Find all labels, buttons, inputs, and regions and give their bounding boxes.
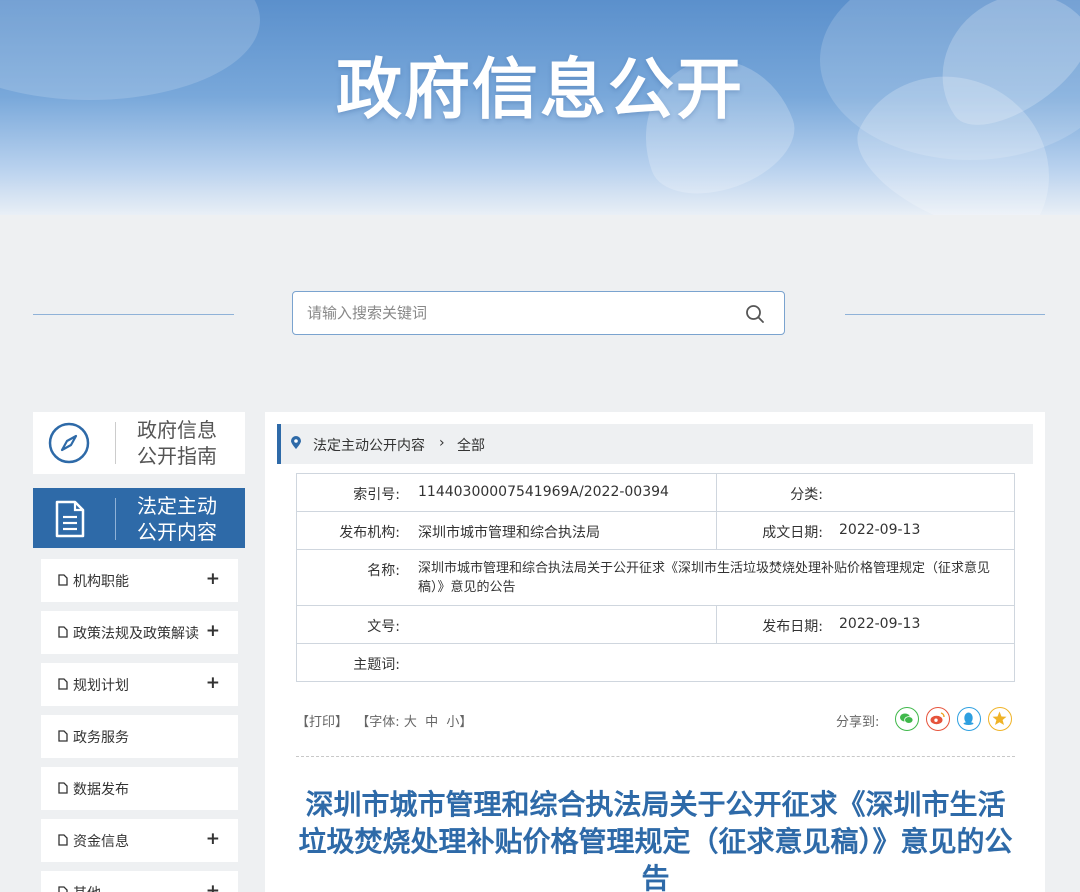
divider xyxy=(115,422,116,464)
sidebar-item-services[interactable]: 政务服务 xyxy=(41,715,238,758)
created-date-value: 2022-09-13 xyxy=(839,522,921,538)
sidebar-item-label: 法定主动 公开内容 xyxy=(137,494,217,544)
subject-label: 主题词: xyxy=(353,657,400,673)
font-large-button[interactable]: 大 xyxy=(404,715,417,730)
wechat-icon[interactable] xyxy=(895,707,919,731)
sidebar-item-label: 其他 xyxy=(73,883,101,892)
share-label: 分享到: xyxy=(836,715,880,730)
sidebar-item-label: 政府信息 公开指南 xyxy=(137,418,217,468)
breadcrumb-link[interactable]: 全部 xyxy=(457,435,485,455)
breadcrumb: 法定主动公开内容 › 全部 xyxy=(277,424,1033,464)
font-size-label: 【字体: xyxy=(356,715,400,730)
document-icon xyxy=(47,497,91,541)
file-icon xyxy=(58,626,68,638)
sidebar-item-label: 政务服务 xyxy=(73,730,129,746)
name-label: 名称: xyxy=(367,563,400,579)
index-value: 11440300007541969A/2022-00394 xyxy=(418,484,669,500)
document-title: 深圳市城市管理和综合执法局关于公开征求《深圳市生活垃圾焚烧处理补贴价格管理规定（… xyxy=(298,788,1013,892)
expand-icon[interactable]: + xyxy=(206,673,220,693)
sidebar-item-label: 规划计划 xyxy=(73,678,129,694)
expand-icon[interactable]: + xyxy=(206,829,220,849)
table-row: 文号: 发布日期: 2022-09-13 xyxy=(297,606,1014,644)
page-tools: 【打印】 【字体: 大 中 小】 xyxy=(296,711,472,730)
sidebar-item-label: 政策法规及政策解读 xyxy=(73,626,199,642)
created-date-label: 成文日期: xyxy=(762,525,823,541)
header-banner: 政府信息公开 xyxy=(0,0,1080,215)
file-icon xyxy=(58,730,68,742)
search-input[interactable] xyxy=(293,292,733,334)
qzone-icon[interactable] xyxy=(988,707,1012,731)
file-icon xyxy=(58,782,68,794)
compass-icon xyxy=(47,421,91,465)
divider xyxy=(716,606,717,643)
metadata-table: 索引号: 11440300007541969A/2022-00394 分类: 发… xyxy=(296,473,1015,682)
weibo-icon[interactable] xyxy=(926,707,950,731)
table-row: 主题词: xyxy=(297,644,1014,681)
qq-icon[interactable] xyxy=(957,707,981,731)
agency-label: 发布机构: xyxy=(339,525,400,541)
sidebar-item-label: 资金信息 xyxy=(73,834,129,850)
sidebar-item-data[interactable]: 数据发布 xyxy=(41,767,238,810)
table-row: 发布机构: 深圳市城市管理和综合执法局 成文日期: 2022-09-13 xyxy=(297,512,1014,550)
published-date-label: 发布日期: xyxy=(762,619,823,635)
print-button[interactable]: 【打印】 xyxy=(296,715,348,730)
sidebar-item-functions[interactable]: 机构职能 + xyxy=(41,559,238,602)
sidebar-item-statutory-content[interactable]: 法定主动 公开内容 xyxy=(33,488,245,548)
divider xyxy=(716,512,717,549)
name-value: 深圳市城市管理和综合执法局关于公开征求《深圳市生活垃圾焚烧处理补贴价格管理规定（… xyxy=(418,561,991,595)
file-icon xyxy=(58,834,68,846)
sidebar-item-guide[interactable]: 政府信息 公开指南 xyxy=(33,412,245,474)
expand-icon[interactable]: + xyxy=(206,569,220,589)
published-date-value: 2022-09-13 xyxy=(839,616,921,632)
sidebar-item-plans[interactable]: 规划计划 + xyxy=(41,663,238,706)
page-title: 政府信息公开 xyxy=(336,51,744,128)
file-icon xyxy=(58,574,68,586)
agency-value: 深圳市城市管理和综合执法局 xyxy=(418,525,600,541)
location-pin-icon xyxy=(291,436,301,449)
divider xyxy=(33,314,234,315)
divider xyxy=(845,314,1045,315)
sidebar-item-label: 数据发布 xyxy=(73,782,129,798)
file-icon xyxy=(58,678,68,690)
table-row: 名称: 深圳市城市管理和综合执法局关于公开征求《深圳市生活垃圾焚烧处理补贴价格管… xyxy=(297,550,1014,606)
sidebar-item-funds[interactable]: 资金信息 + xyxy=(41,819,238,862)
index-label: 索引号: xyxy=(353,487,400,503)
font-small-button[interactable]: 小】 xyxy=(446,715,472,730)
docno-label: 文号: xyxy=(367,619,400,635)
search-box xyxy=(292,291,785,335)
divider xyxy=(115,498,116,540)
divider xyxy=(716,474,717,511)
category-label: 分类: xyxy=(790,487,823,503)
expand-icon[interactable]: + xyxy=(206,881,220,892)
divider xyxy=(296,756,1015,757)
breadcrumb-link[interactable]: 法定主动公开内容 xyxy=(313,435,425,455)
search-icon[interactable] xyxy=(744,303,766,325)
chevron-right-icon: › xyxy=(439,435,445,451)
file-icon xyxy=(58,886,68,892)
font-medium-button[interactable]: 中 xyxy=(425,715,438,730)
table-row: 索引号: 11440300007541969A/2022-00394 分类: xyxy=(297,474,1014,512)
sidebar-item-policies[interactable]: 政策法规及政策解读 + xyxy=(41,611,238,654)
sidebar-item-label: 机构职能 xyxy=(73,574,129,590)
sidebar-item-other[interactable]: 其他 + xyxy=(41,871,238,892)
expand-icon[interactable]: + xyxy=(206,621,220,641)
